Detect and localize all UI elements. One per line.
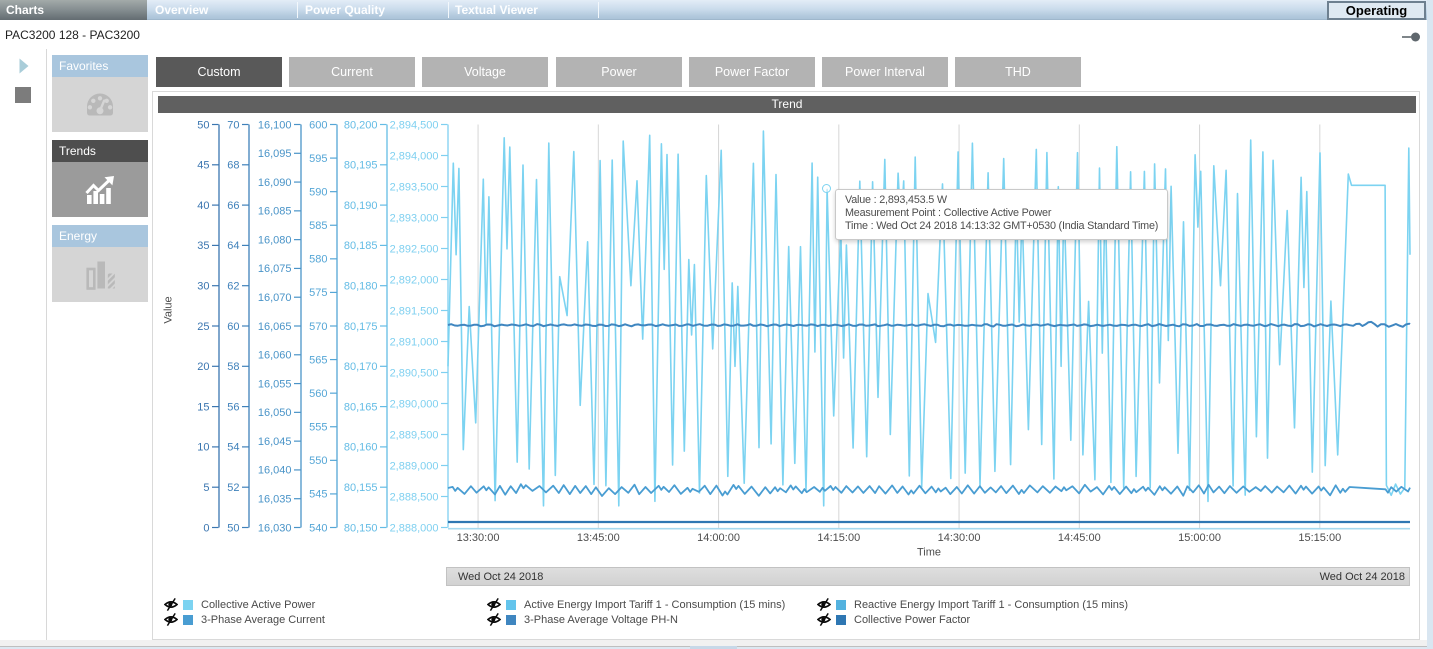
legend-label: Collective Active Power xyxy=(201,599,315,611)
time-range-scrollbar[interactable]: Wed Oct 24 2018 Wed Oct 24 2018 xyxy=(446,567,1410,586)
legend-label: 3-Phase Average Voltage PH-N xyxy=(524,614,678,626)
legend-item[interactable]: Reactive Energy Import Tariff 1 - Consum… xyxy=(817,598,1416,611)
tab-custom[interactable]: Custom xyxy=(156,57,282,87)
legend-item[interactable]: 3-Phase Average Voltage PH-N xyxy=(487,613,817,626)
tab-thd[interactable]: THD xyxy=(955,57,1081,87)
visibility-eye-icon[interactable] xyxy=(817,598,831,611)
breadcrumb-row: PAC3200 128 - PAC3200 xyxy=(0,20,1426,49)
nav-tab-charts[interactable]: Charts xyxy=(0,0,147,20)
nav-item-textual-viewer[interactable]: Textual Viewer xyxy=(455,0,538,20)
top-navigation-bar: Charts Overview Power Quality Textual Vi… xyxy=(0,0,1433,20)
sidebar-section-body xyxy=(52,247,148,302)
legend-swatch xyxy=(836,615,846,625)
legend-item[interactable]: Active Energy Import Tariff 1 - Consumpt… xyxy=(487,598,817,611)
sidebar-section-body xyxy=(52,162,148,217)
chart-panel xyxy=(152,91,1420,640)
chart-legend: Collective Active Power Active Energy Im… xyxy=(164,598,1416,626)
sidebar-section-label: Favorites xyxy=(52,55,148,77)
gauge-icon xyxy=(85,92,115,117)
legend-label: 3-Phase Average Current xyxy=(201,614,325,626)
tooltip-value: Value : 2,893,453.5 W xyxy=(845,194,1158,207)
chart-title-bar: Trend xyxy=(158,96,1416,113)
legend-swatch xyxy=(183,615,193,625)
sidebar-section-energy[interactable]: Energy xyxy=(52,225,148,302)
legend-swatch xyxy=(183,600,193,610)
legend-swatch xyxy=(836,600,846,610)
expand-panel-icon[interactable] xyxy=(19,58,29,74)
stop-square-icon[interactable] xyxy=(15,87,31,103)
legend-label: Collective Power Factor xyxy=(854,614,970,626)
tab-voltage[interactable]: Voltage xyxy=(422,57,548,87)
nav-separator xyxy=(448,2,449,18)
tab-power-factor[interactable]: Power Factor xyxy=(689,57,815,87)
legend-label: Active Energy Import Tariff 1 - Consumpt… xyxy=(524,599,785,611)
legend-item[interactable]: 3-Phase Average Current xyxy=(164,613,487,626)
tooltip: Value : 2,893,453.5 W Measurement Point … xyxy=(835,189,1168,240)
sidebar-section-body xyxy=(52,77,148,132)
visibility-eye-icon[interactable] xyxy=(164,598,178,611)
visibility-eye-icon[interactable] xyxy=(164,613,178,626)
range-start-date: Wed Oct 24 2018 xyxy=(458,571,543,583)
trend-up-icon xyxy=(85,176,116,204)
application-window: Charts Overview Power Quality Textual Vi… xyxy=(0,0,1433,649)
energy-bars-icon xyxy=(85,260,116,290)
sidebar-section-favorites[interactable]: Favorites xyxy=(52,55,148,132)
legend-swatch xyxy=(506,615,516,625)
tooltip-measurement-point: Measurement Point : Collective Active Po… xyxy=(845,207,1158,220)
legend-item[interactable]: Collective Active Power xyxy=(164,598,487,611)
breadcrumb: PAC3200 128 - PAC3200 xyxy=(5,28,140,42)
pin-icon[interactable] xyxy=(1401,32,1421,42)
range-end-date: Wed Oct 24 2018 xyxy=(1320,571,1405,583)
legend-label: Reactive Energy Import Tariff 1 - Consum… xyxy=(854,599,1128,611)
nav-separator xyxy=(598,2,599,18)
hover-point-marker xyxy=(822,184,831,193)
sidebar-section-trends[interactable]: Trends xyxy=(52,140,148,217)
nav-separator xyxy=(297,2,298,18)
window-edge-right xyxy=(1427,0,1433,649)
visibility-eye-icon[interactable] xyxy=(487,613,501,626)
legend-swatch xyxy=(506,600,516,610)
nav-item-power-quality[interactable]: Power Quality xyxy=(305,0,385,20)
tab-power[interactable]: Power xyxy=(556,57,682,87)
left-icon-strip xyxy=(0,49,47,640)
legend-item[interactable]: Collective Power Factor xyxy=(817,613,1416,626)
tooltip-time: Time : Wed Oct 24 2018 14:13:32 GMT+0530… xyxy=(845,220,1158,233)
operating-mode-button[interactable]: Operating xyxy=(1327,1,1426,20)
nav-item-overview[interactable]: Overview xyxy=(155,0,208,20)
visibility-eye-icon[interactable] xyxy=(487,598,501,611)
visibility-eye-icon[interactable] xyxy=(817,613,831,626)
tab-current[interactable]: Current xyxy=(289,57,415,87)
tab-power-interval[interactable]: Power Interval xyxy=(822,57,948,87)
sidebar: Favorites Trends Energy xyxy=(52,55,148,310)
sidebar-section-label: Trends xyxy=(52,140,148,162)
sidebar-section-label: Energy xyxy=(52,225,148,247)
